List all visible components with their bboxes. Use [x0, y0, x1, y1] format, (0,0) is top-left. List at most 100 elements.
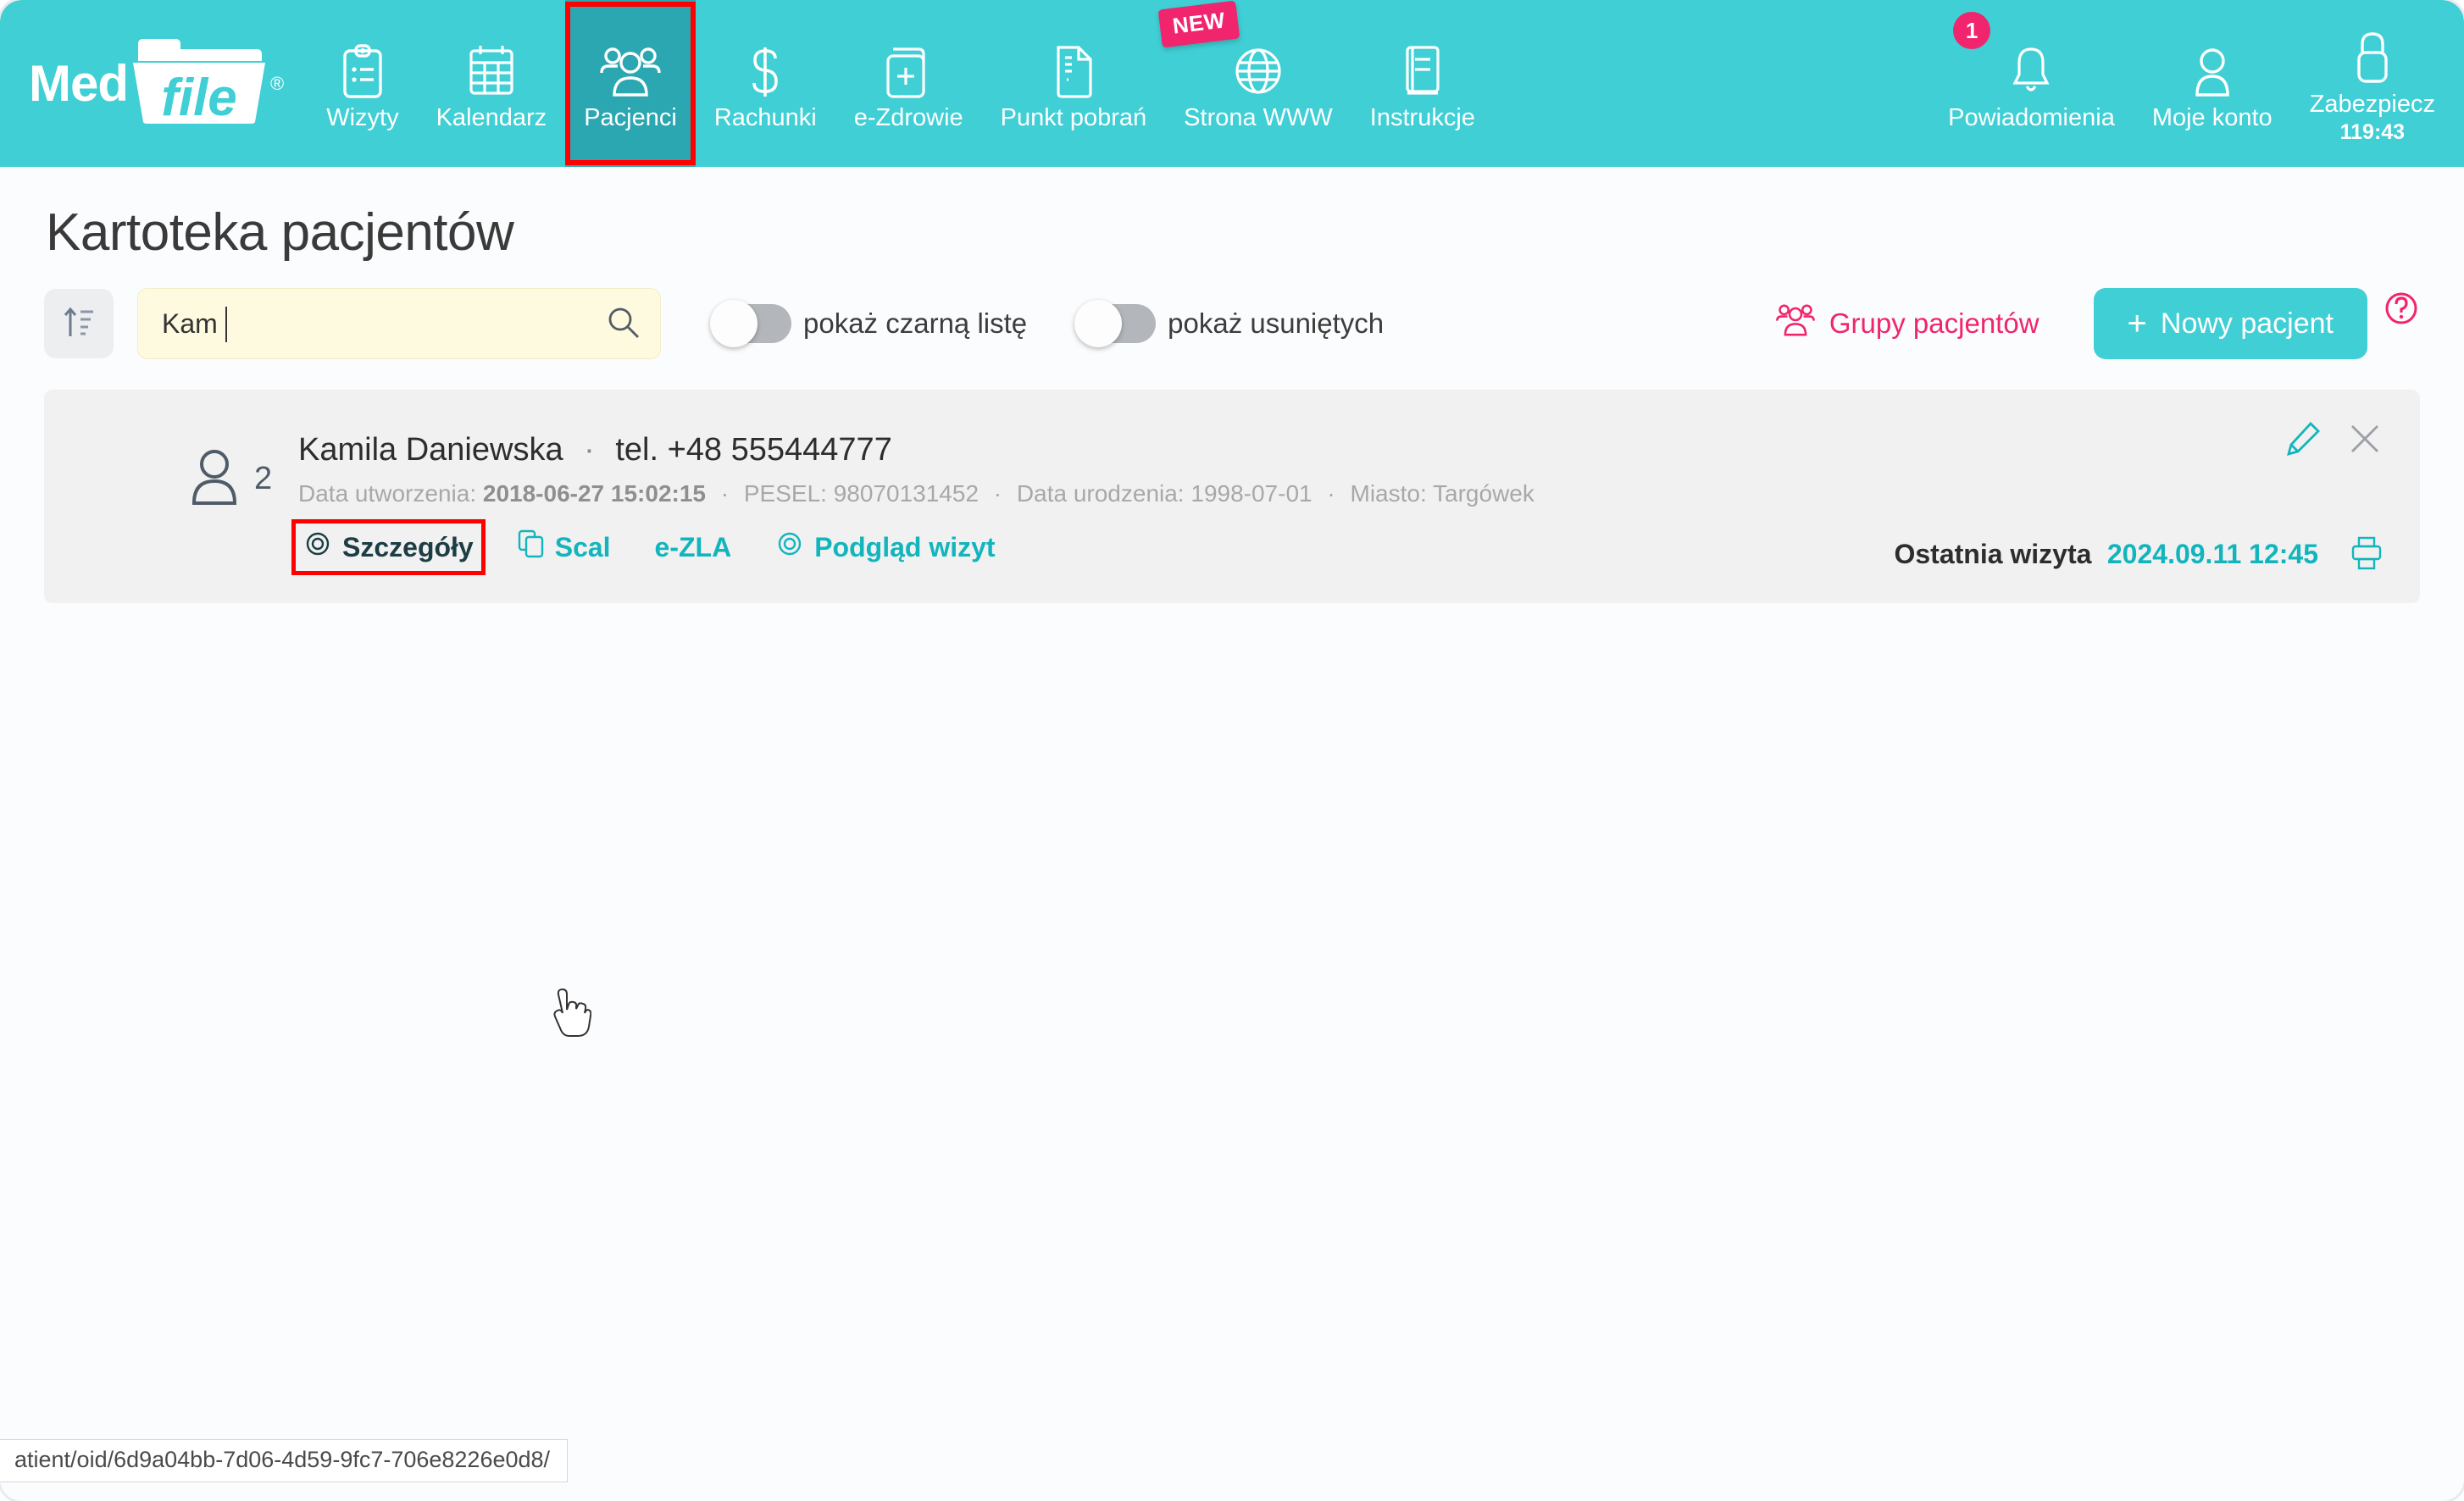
toolbar-right-actions: Grupy pacjentów + Nowy pacjent: [1775, 288, 2420, 359]
card-right-top-actions: [2284, 420, 2383, 460]
link-ezla[interactable]: e-ZLA: [650, 529, 737, 567]
nav-label-ezdrowie: e-Zdrowie: [853, 103, 963, 131]
nav-item-rachunki[interactable]: Rachunki: [696, 0, 835, 167]
created-value: 2018-06-27 15:02:15: [482, 480, 706, 507]
last-visit-date: 2024.09.11 12:45: [2106, 539, 2318, 569]
nav-item-punkt-pobran[interactable]: Punkt pobrań: [982, 0, 1166, 167]
search-icon: [606, 307, 641, 343]
question-mark-icon[interactable]: [2383, 290, 2420, 327]
link-podglad-wizyt-label: Podgląd wizyt: [814, 531, 996, 562]
nav-item-moje-konto[interactable]: Moje konto: [2134, 0, 2291, 167]
last-visit-label: Ostatnia wizyta: [1894, 539, 2092, 569]
dollar-icon: [745, 36, 785, 100]
user-icon: [188, 446, 241, 512]
nav-item-zabezpiecz[interactable]: Zabezpiecz 119:43: [2291, 0, 2464, 167]
link-scal[interactable]: Scal: [513, 526, 616, 568]
document-icon: [1052, 36, 1096, 100]
search-container: [137, 288, 661, 359]
nav-label-moje-konto: Moje konto: [2151, 103, 2273, 131]
card-right-bottom: Ostatnia wizyta 2024.09.11 12:45: [1894, 536, 2383, 573]
patient-name: Kamila Daniewska: [298, 432, 563, 468]
search-input[interactable]: [137, 288, 661, 359]
patient-groups-button[interactable]: Grupy pacjentów: [1775, 302, 2039, 345]
delete-patient-button[interactable]: [2347, 421, 2383, 459]
top-navigation-bar: Med file ® Wizyty Kalendarz Pacjenci Rac…: [0, 0, 2464, 167]
folder-shape: file: [133, 39, 265, 127]
city-value: Targówek: [1433, 480, 1534, 507]
browser-status-bar: atient/oid/6d9a04bb-7d06-4d59-9fc7-706e8…: [0, 1439, 569, 1482]
link-ezla-label: e-ZLA: [654, 531, 732, 562]
user-icon: [2190, 36, 2234, 100]
print-button[interactable]: [2350, 536, 2383, 573]
nav-label-powiadomienia: Powiadomienia: [1948, 103, 2115, 131]
sort-button[interactable]: [44, 289, 114, 358]
search-button[interactable]: [605, 305, 642, 342]
nav-item-ezdrowie[interactable]: e-Zdrowie: [835, 0, 982, 167]
svg-text:file: file: [161, 69, 237, 125]
birth-value: 1998-07-01: [1190, 480, 1312, 507]
printer-icon: [2350, 536, 2383, 573]
toggle-label-blacklist: pokaż czarną listę: [803, 307, 1028, 339]
nav-item-pacjenci[interactable]: Pacjenci: [565, 0, 696, 167]
created-label: Data utworzenia:: [298, 480, 477, 507]
edit-patient-button[interactable]: [2284, 420, 2322, 460]
nav-label-punkt-pobran: Punkt pobrań: [1000, 103, 1147, 131]
toggle-show-deleted[interactable]: [1074, 300, 1157, 347]
pesel-label: PESEL:: [743, 480, 827, 507]
clipboard-icon: [340, 36, 386, 100]
nav-item-strona-www[interactable]: NEW Strona WWW: [1157, 0, 1351, 167]
patient-avatar-count: 2: [254, 461, 273, 496]
plus-icon: +: [2127, 305, 2147, 342]
link-scal-label: Scal: [554, 531, 611, 562]
patients-group-icon: [599, 36, 662, 100]
toggle-knob: [1074, 300, 1123, 347]
new-patient-label: Nowy pacjent: [2160, 307, 2334, 340]
book-icon: [1401, 36, 1445, 100]
registered-trademark-icon: ®: [270, 72, 285, 94]
nav-item-wizyty[interactable]: Wizyty: [308, 0, 417, 167]
copy-icon: [518, 529, 545, 565]
avatar: 2: [78, 420, 290, 512]
nav-item-instrukcje[interactable]: Instrukcje: [1351, 0, 1494, 167]
brand-logo[interactable]: Med file ®: [0, 0, 308, 167]
patient-card[interactable]: 2 Kamila Daniewska · tel. +48 555444777 …: [44, 390, 2420, 1037]
nav-label-wizyty: Wizyty: [326, 103, 399, 131]
new-badge: NEW: [1157, 0, 1240, 48]
calendar-icon: [467, 36, 516, 100]
brand-folder-icon: file: [131, 37, 267, 130]
link-szczegoly-label: Szczegóły: [342, 531, 474, 562]
close-x-icon: [2347, 421, 2383, 459]
birth-label: Data urodzenia:: [1016, 480, 1185, 507]
meta-bullet: ·: [720, 480, 730, 507]
eye-icon: [775, 529, 804, 565]
lock-icon: [2350, 22, 2395, 86]
meta-bullet: ·: [993, 480, 1002, 507]
meta-bullet: ·: [1327, 480, 1335, 507]
nav-label-zabezpiecz: Zabezpiecz: [2309, 90, 2435, 118]
nav-label-rachunki: Rachunki: [713, 103, 817, 131]
toggle-show-blacklist[interactable]: [710, 300, 791, 347]
toggle-blacklist-group: pokaż czarną listę: [710, 300, 1028, 347]
mouse-cursor-pointer-icon: [552, 988, 592, 1043]
medical-record-icon: [885, 36, 932, 100]
nav-item-kalendarz[interactable]: Kalendarz: [418, 0, 566, 167]
toggle-label-deleted: pokaż usuniętych: [1168, 307, 1385, 339]
link-szczegoly[interactable]: Szczegóły: [291, 519, 486, 575]
patient-phone: tel. +48 555444777: [615, 432, 892, 468]
session-timer: 119:43: [2339, 120, 2406, 145]
toolbar: pokaż czarną listę pokaż usuniętych: [44, 288, 2420, 359]
patients-group-icon: [1775, 302, 1816, 345]
pencil-icon: [2284, 420, 2322, 460]
separator-dot: ·: [584, 432, 595, 468]
nav-items-container: Wizyty Kalendarz Pacjenci Rachunki e-Zdr…: [308, 0, 2464, 167]
page-title: Kartoteka pacjentów: [46, 203, 514, 262]
nav-item-powiadomienia[interactable]: 1 Powiadomienia: [1929, 0, 2134, 167]
patient-card-right: Ostatnia wizyta 2024.09.11 12:45: [1894, 420, 2383, 573]
app-window: Med file ® Wizyty Kalendarz Pacjenci Rac…: [0, 0, 2464, 1501]
globe-icon: [1234, 36, 1283, 100]
brand-text-med: Med: [29, 54, 129, 112]
link-podglad-wizyt[interactable]: Podgląd wizyt: [770, 526, 1000, 568]
new-patient-button[interactable]: + Nowy pacjent: [2093, 288, 2367, 359]
toggle-deleted-group: pokaż usuniętych: [1074, 300, 1385, 347]
